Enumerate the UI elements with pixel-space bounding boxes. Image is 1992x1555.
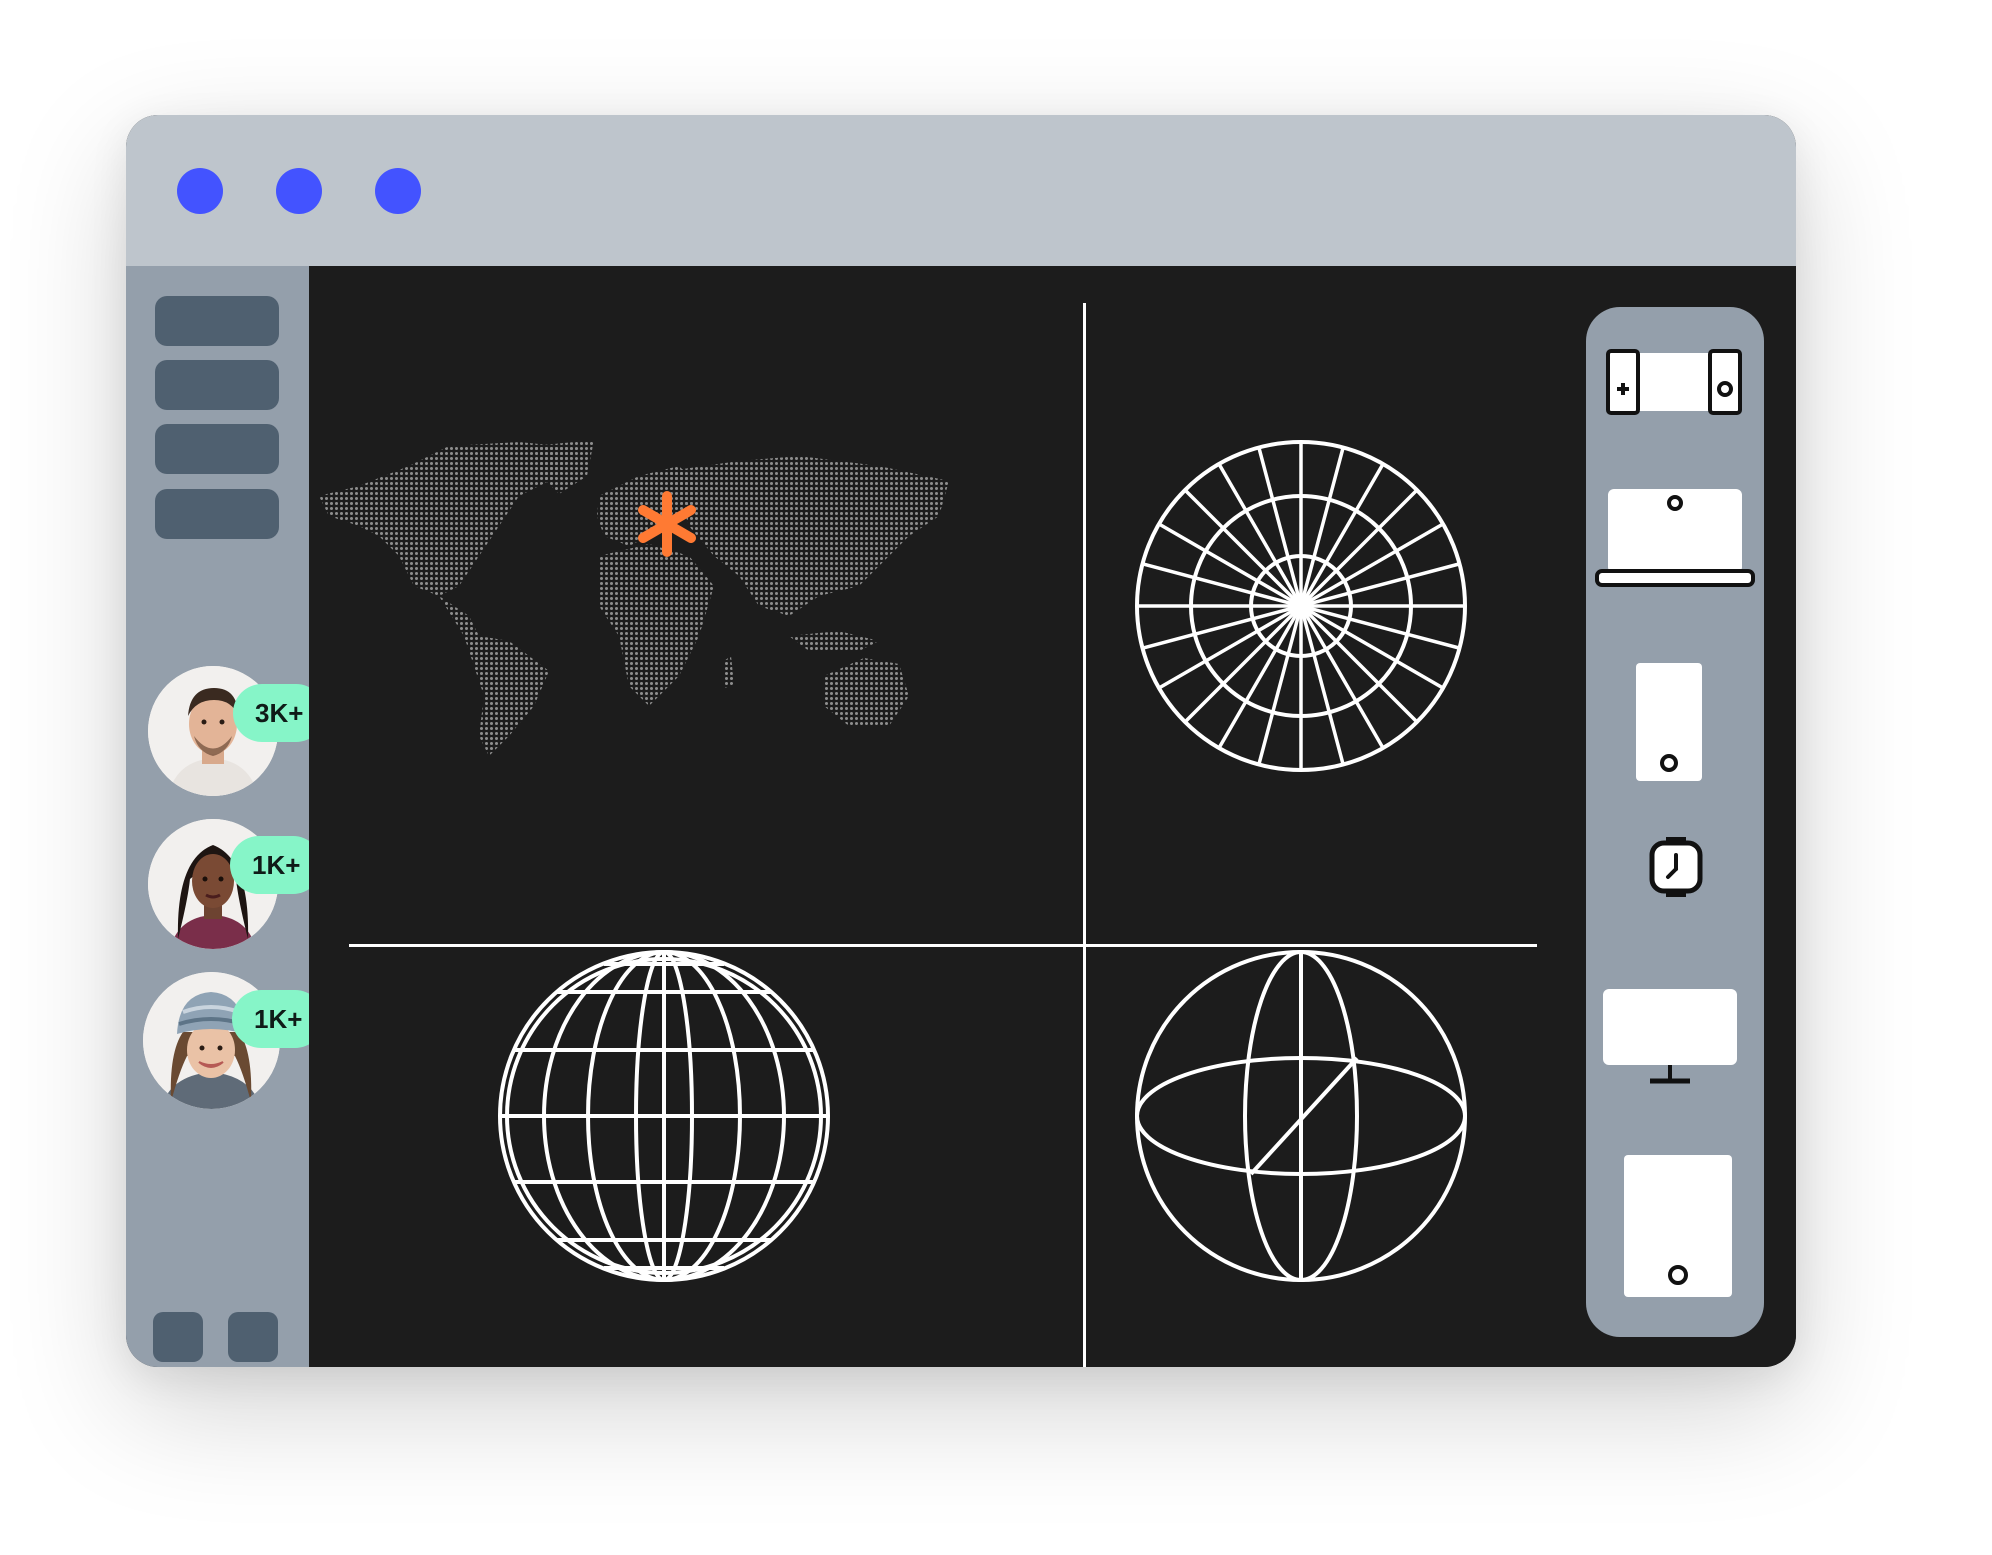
window-close-button[interactable]	[177, 168, 223, 214]
phone-icon[interactable]	[1634, 661, 1704, 783]
sidebar-nav-item-4[interactable]	[155, 489, 279, 539]
wireframe-sphere-icon	[1135, 950, 1467, 1282]
latitude-longitude-globe-icon	[498, 950, 830, 1282]
sidebar-nav-item-2[interactable]	[155, 360, 279, 410]
window-maximize-button[interactable]	[375, 168, 421, 214]
canvas-area	[309, 266, 1796, 1367]
game-console-icon[interactable]	[1604, 347, 1744, 417]
polar-grid-globe-icon	[1135, 440, 1467, 772]
sidebar-nav-item-1[interactable]	[155, 296, 279, 346]
grid-tile-2[interactable]	[228, 1312, 278, 1362]
smartwatch-icon[interactable]	[1648, 835, 1704, 899]
monitor-icon[interactable]	[1600, 987, 1740, 1087]
device-rail	[1586, 307, 1764, 1337]
tablet-icon[interactable]	[1622, 1153, 1734, 1299]
laptop-icon[interactable]	[1594, 485, 1756, 593]
app-window: 3K+ 1K+ 1K+	[126, 115, 1796, 1367]
vertical-divider	[1083, 303, 1086, 1367]
grid-tile-1[interactable]	[153, 1312, 203, 1362]
title-bar	[126, 115, 1796, 266]
sidebar-nav-item-3[interactable]	[155, 424, 279, 474]
sidebar: 3K+ 1K+ 1K+	[126, 266, 326, 1367]
window-minimize-button[interactable]	[276, 168, 322, 214]
world-map-icon	[319, 440, 949, 756]
